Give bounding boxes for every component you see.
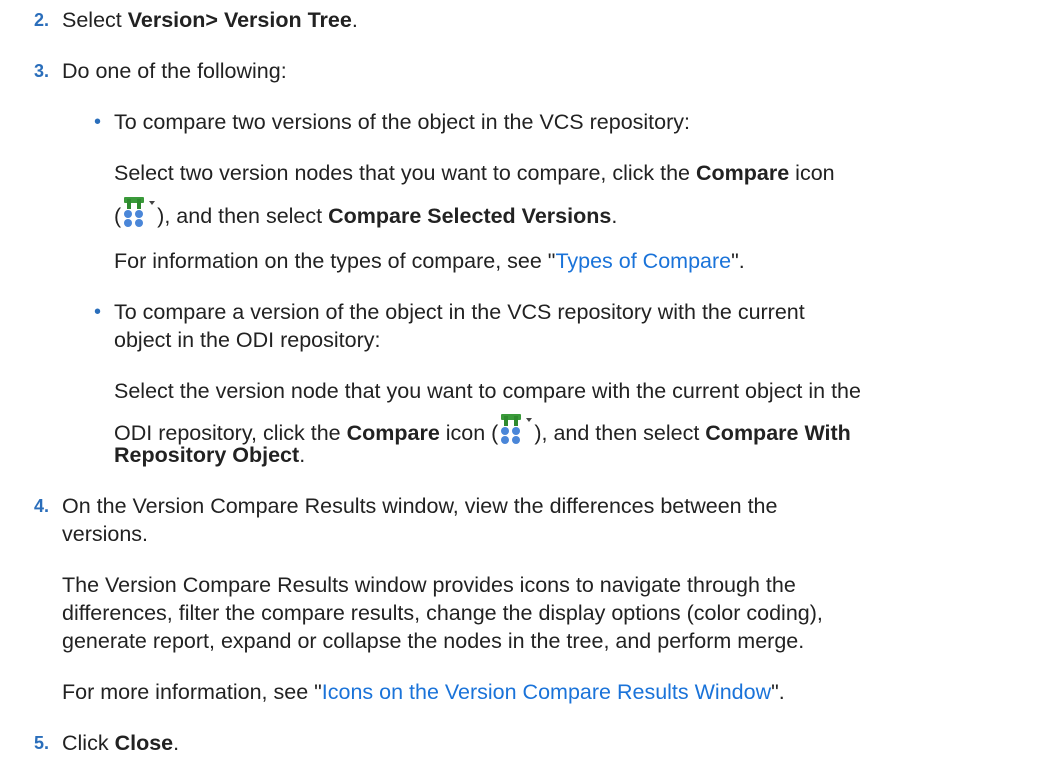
bullet-1-line-1: Select two version nodes that you want t… (114, 161, 835, 185)
menu-path: Version> Version Tree (127, 8, 352, 32)
step-5-text: Click Close. (62, 731, 180, 755)
bullet-1: • (94, 111, 102, 133)
bullet-2-line-3: Repository Object. (114, 443, 306, 467)
bullet-2-intro-1: To compare a version of the object in th… (114, 300, 805, 324)
step-4-line-2: versions. (62, 522, 149, 546)
step-number-2: 2. (34, 10, 50, 30)
close-label: Close (114, 731, 174, 755)
icons-compare-results-link[interactable]: Icons on the Version Compare Results Win… (322, 680, 771, 704)
step-4-para-line-2: differences, filter the compare results,… (62, 601, 823, 625)
compare-icon (498, 414, 534, 444)
step-4-para-line-3: generate report, expand or collapse the … (62, 629, 805, 653)
step-number-5: 5. (34, 733, 50, 753)
bullet-1-intro: To compare two versions of the object in… (114, 110, 690, 134)
types-of-compare-link[interactable]: Types of Compare (555, 249, 731, 273)
step-number-4: 4. (34, 496, 50, 516)
bullet-1-line-2: ( ), and then select Compare Selected Ve… (114, 197, 617, 229)
step-number-3: 3. (34, 61, 50, 81)
bullet-2-line-1: Select the version node that you want to… (114, 379, 861, 403)
step-2-text: Select Version> Version Tree. (62, 8, 358, 32)
step-3-text: Do one of the following: (62, 59, 287, 83)
step-4-more-info: For more information, see "Icons on the … (62, 680, 785, 704)
step-4-para-line-1: The Version Compare Results window provi… (62, 573, 796, 597)
compare-icon (121, 197, 157, 227)
bullet-1-info: For information on the types of compare,… (114, 249, 745, 273)
bullet-2: • (94, 301, 102, 323)
step-4-line-1: On the Version Compare Results window, v… (62, 494, 778, 518)
bullet-2-intro-2: object in the ODI repository: (114, 328, 381, 352)
